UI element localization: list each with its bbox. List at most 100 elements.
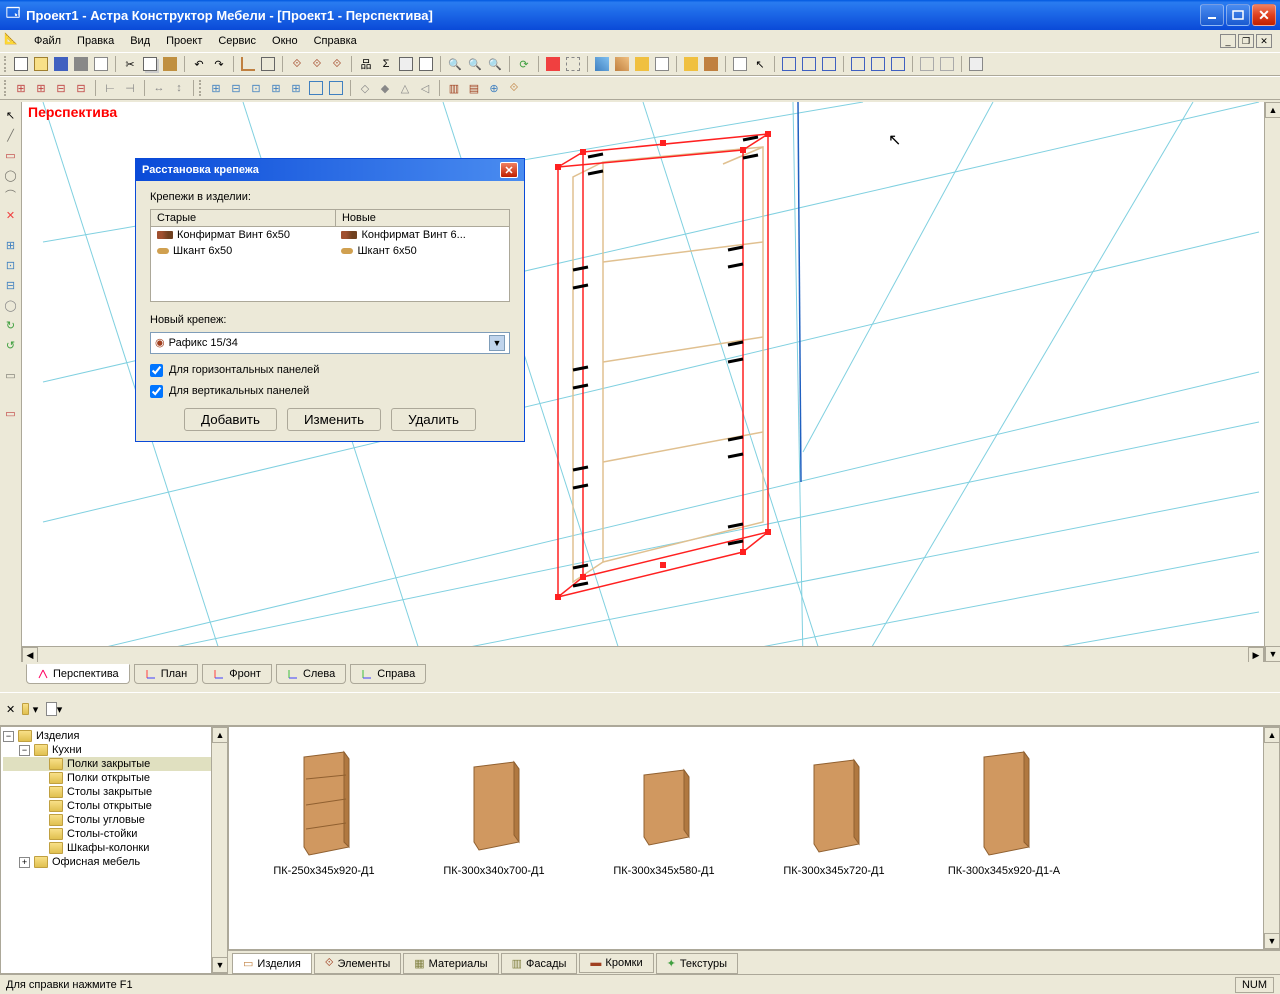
- edit-button[interactable]: Изменить: [287, 408, 381, 431]
- menu-edit[interactable]: Правка: [69, 33, 122, 49]
- dim1-icon[interactable]: ⊢: [101, 79, 119, 97]
- layout5-icon[interactable]: [869, 55, 887, 73]
- tool-rect-icon[interactable]: [259, 55, 277, 73]
- cursor-icon[interactable]: ↖: [751, 55, 769, 73]
- table-row[interactable]: Конфирмат Винт 6х50Конфирмат Винт 6...: [151, 227, 510, 244]
- snap2-icon[interactable]: [564, 55, 582, 73]
- redo-icon[interactable]: ↷: [210, 55, 228, 73]
- minimize-button[interactable]: [1200, 4, 1224, 26]
- cat-tab-elements[interactable]: ⟐Элементы: [314, 953, 401, 974]
- menu-help[interactable]: Справка: [306, 33, 365, 49]
- mat3-icon[interactable]: ⊕: [485, 79, 503, 97]
- fastener2-icon[interactable]: ⟐: [308, 55, 326, 73]
- circle-tool-icon[interactable]: ◯: [2, 166, 20, 184]
- gripper[interactable]: [4, 80, 8, 96]
- view1-icon[interactable]: [593, 55, 611, 73]
- layout7-icon[interactable]: [918, 55, 936, 73]
- mdi-restore[interactable]: ❐: [1238, 34, 1254, 48]
- cat-tab-products[interactable]: ▭Изделия: [232, 953, 312, 974]
- menu-project[interactable]: Проект: [158, 33, 210, 49]
- tab-right[interactable]: Справа: [350, 664, 426, 684]
- dim2-icon[interactable]: ⊣: [121, 79, 139, 97]
- op1-icon[interactable]: ⊞: [207, 79, 225, 97]
- browse-folder-icon[interactable]: ▾: [21, 700, 39, 718]
- layout1-icon[interactable]: [780, 55, 798, 73]
- scroll-up-icon[interactable]: ▲: [212, 727, 228, 743]
- tool-d-icon[interactable]: ⊟: [72, 79, 90, 97]
- view5-icon[interactable]: [682, 55, 700, 73]
- shape1-icon[interactable]: ◇: [356, 79, 374, 97]
- menu-view[interactable]: Вид: [122, 33, 158, 49]
- report-icon[interactable]: [417, 55, 435, 73]
- op4-icon[interactable]: ⊞: [267, 79, 285, 97]
- tab-front[interactable]: Фронт: [202, 664, 272, 684]
- shape3-icon[interactable]: △: [396, 79, 414, 97]
- tool-a-icon[interactable]: ⊞: [12, 79, 30, 97]
- lt-h-icon[interactable]: ▭: [2, 404, 20, 422]
- catalog-item[interactable]: ПК-250х345х920-Д1: [259, 747, 389, 929]
- lt-f-icon[interactable]: ↺: [2, 336, 20, 354]
- fastener-table[interactable]: СтарыеНовые Конфирмат Винт 6х50Конфирмат…: [150, 209, 510, 302]
- scroll-up-icon[interactable]: ▲: [1264, 727, 1280, 743]
- tree-item[interactable]: Столы-стойки: [3, 827, 225, 841]
- op5-icon[interactable]: ⊞: [287, 79, 305, 97]
- chevron-down-icon[interactable]: ▼: [489, 335, 505, 351]
- tab-left[interactable]: Слева: [276, 664, 346, 684]
- op6-icon[interactable]: [307, 79, 325, 97]
- maximize-button[interactable]: [1226, 4, 1250, 26]
- lt-d-icon[interactable]: ◯: [2, 296, 20, 314]
- add-button[interactable]: Добавить: [184, 408, 277, 431]
- cat-tab-edges[interactable]: ▬Кромки: [579, 953, 653, 973]
- layout4-icon[interactable]: [849, 55, 867, 73]
- rotate-icon[interactable]: ⟳: [515, 55, 533, 73]
- shape2-icon[interactable]: ◆: [376, 79, 394, 97]
- rect-tool-icon[interactable]: ▭: [2, 146, 20, 164]
- view-mode-icon[interactable]: ▾: [45, 700, 63, 718]
- view6-icon[interactable]: [702, 55, 720, 73]
- tab-plan[interactable]: План: [134, 664, 199, 684]
- dim4-icon[interactable]: ↕: [170, 79, 188, 97]
- delete-button[interactable]: Удалить: [391, 408, 476, 431]
- gripper[interactable]: [4, 56, 8, 72]
- op7-icon[interactable]: [327, 79, 345, 97]
- lt-c-icon[interactable]: ⊟: [2, 276, 20, 294]
- tree-item[interactable]: Полки открытые: [3, 771, 225, 785]
- scrollbar-vertical[interactable]: ▲ ▼: [1264, 102, 1280, 662]
- gripper[interactable]: [199, 80, 203, 96]
- catalog-item[interactable]: ПК-300х340х700-Д1: [429, 747, 559, 929]
- check-horizontal[interactable]: Для горизонтальных панелей: [150, 364, 510, 377]
- layout3-icon[interactable]: [820, 55, 838, 73]
- arc-tool-icon[interactable]: ⌒: [2, 186, 20, 204]
- menu-window[interactable]: Окно: [264, 33, 306, 49]
- tab-perspective[interactable]: Перспектива: [26, 664, 130, 684]
- scroll-down-icon[interactable]: ▼: [1264, 933, 1280, 949]
- scroll-up-icon[interactable]: ▲: [1265, 102, 1280, 118]
- scroll-right-icon[interactable]: ▶: [1248, 647, 1264, 662]
- tree-item[interactable]: Столы закрытые: [3, 785, 225, 799]
- view4-icon[interactable]: [653, 55, 671, 73]
- op2-icon[interactable]: ⊟: [227, 79, 245, 97]
- menu-service[interactable]: Сервис: [210, 33, 264, 49]
- layout2-icon[interactable]: [800, 55, 818, 73]
- lt-e-icon[interactable]: ↻: [2, 316, 20, 334]
- tree-item[interactable]: Шкафы-колонки: [3, 841, 225, 855]
- save-icon[interactable]: [52, 55, 70, 73]
- panel-toggle-icon[interactable]: [967, 55, 985, 73]
- copy-icon[interactable]: [141, 55, 159, 73]
- lt-g-icon[interactable]: ▭: [2, 366, 20, 384]
- close-button[interactable]: ✕: [1252, 4, 1276, 26]
- dialog-close-button[interactable]: ✕: [500, 162, 518, 178]
- new-icon[interactable]: [12, 55, 30, 73]
- fastener3-icon[interactable]: ⟐: [328, 55, 346, 73]
- tree-item[interactable]: Столы угловые: [3, 813, 225, 827]
- catalog-item[interactable]: ПК-300х345х580-Д1: [599, 747, 729, 929]
- cut-icon[interactable]: ✂: [121, 55, 139, 73]
- tree-scrollbar[interactable]: ▲ ▼: [211, 727, 227, 973]
- tree-item[interactable]: Столы открытые: [3, 799, 225, 813]
- hierarchy-icon[interactable]: 品: [357, 55, 375, 73]
- tool-b-icon[interactable]: ⊞: [32, 79, 50, 97]
- scroll-down-icon[interactable]: ▼: [1265, 646, 1280, 662]
- open-icon[interactable]: [32, 55, 50, 73]
- tool-c-icon[interactable]: ⊟: [52, 79, 70, 97]
- shape4-icon[interactable]: ◁: [416, 79, 434, 97]
